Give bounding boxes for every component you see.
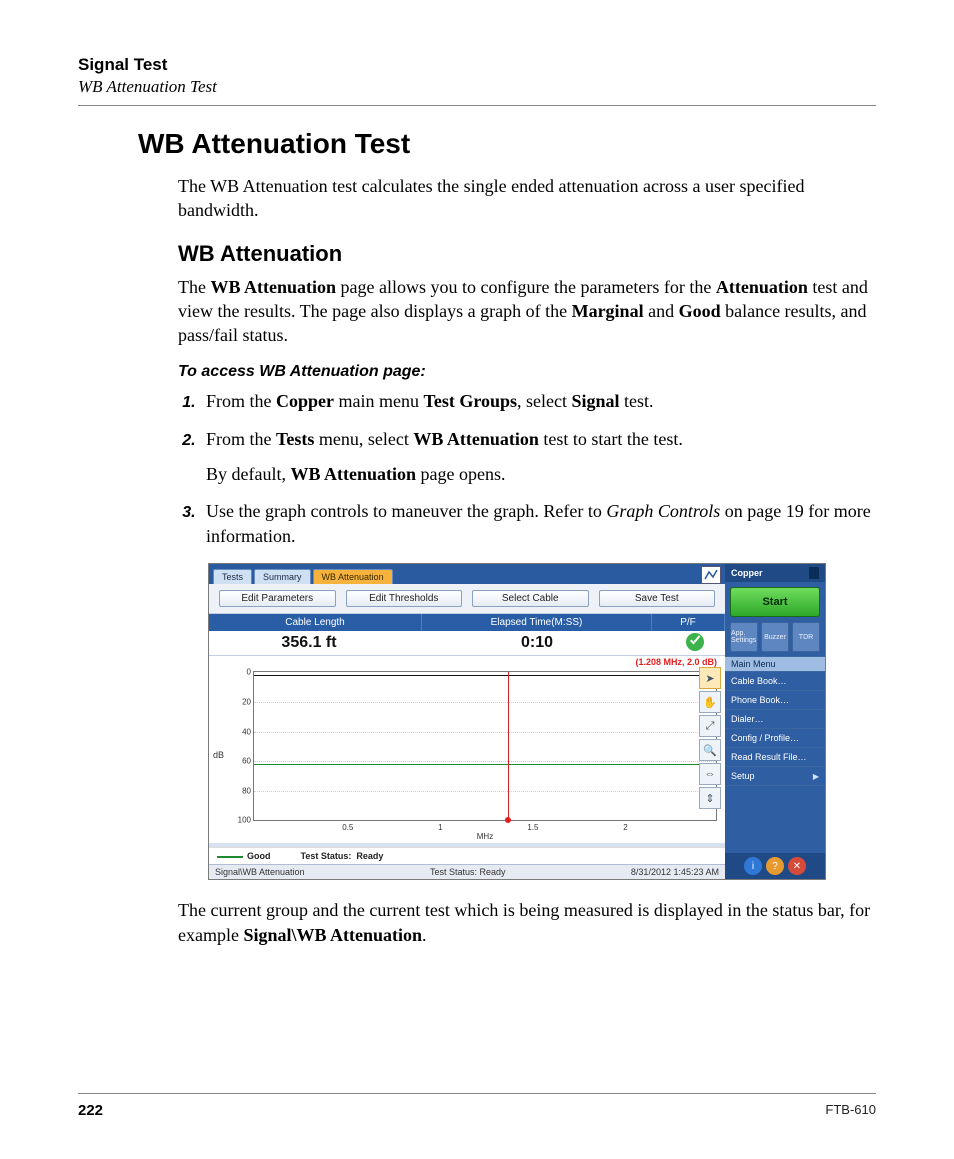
zoom-tool-icon[interactable]: 🔍 [699, 739, 721, 761]
status-path: Signal\WB Attenuation [215, 867, 305, 877]
procedure-heading: To access WB Attenuation page: [178, 363, 876, 381]
value-cable-length: 356.1 ft [209, 631, 409, 655]
help-icon[interactable]: ? [766, 857, 784, 875]
menu-setup[interactable]: Setup▶ [725, 767, 825, 786]
graph-mode-icon[interactable] [701, 566, 721, 584]
side-title: Copper [731, 568, 763, 578]
side-bottom-bar: i ? ✕ [725, 853, 825, 879]
running-subtitle: WB Attenuation Test [78, 77, 876, 97]
menu-phone-book[interactable]: Phone Book… [725, 691, 825, 710]
tdr-button[interactable]: TDR [792, 622, 820, 652]
status-center: Test Status: Ready [430, 867, 506, 877]
section-title: WB Attenuation Test [138, 128, 876, 160]
edit-parameters-button[interactable]: Edit Parameters [219, 590, 336, 607]
side-menu-heading: Main Menu [725, 656, 825, 672]
result-value-row: 356.1 ft 0:10 [209, 631, 725, 656]
ytick: 80 [227, 786, 254, 795]
closing-paragraph: The current group and the current test w… [178, 898, 876, 947]
pointer-tool-icon[interactable]: ➤ [699, 667, 721, 689]
ytick: 40 [227, 727, 254, 736]
status-bar: Signal\WB Attenuation Test Status: Ready… [209, 864, 725, 879]
cursor-annotation: (1.208 MHz, 2.0 dB) [209, 656, 725, 667]
legend-good-label: Good [247, 851, 271, 861]
side-grip-icon [809, 567, 819, 579]
fit-width-icon[interactable]: ⇔ [699, 763, 721, 785]
step-2: From the Tests menu, select WB Attenuati… [200, 427, 876, 487]
ytick: 60 [227, 757, 254, 766]
series-good-threshold [254, 764, 716, 765]
test-status-value: Ready [356, 851, 383, 861]
procedure-steps: From the Copper main menu Test Groups, s… [178, 389, 876, 549]
menu-read-result-file[interactable]: Read Result File… [725, 748, 825, 767]
buzzer-button[interactable]: Buzzer [761, 622, 789, 652]
graph-area: dB 0 20 40 60 80 100 [209, 667, 725, 843]
ytick: 0 [227, 668, 254, 677]
tab-wb-attenuation[interactable]: WB Attenuation [313, 569, 393, 584]
tab-tests[interactable]: Tests [213, 569, 252, 584]
graph-toolbar: ➤ ✋ ⤢ 🔍 ⇔ ⇕ [699, 667, 721, 809]
header-rule [78, 105, 876, 106]
cursor-handle[interactable] [505, 817, 511, 823]
x-axis-label: MHz [253, 832, 717, 841]
plot-area[interactable]: 0 20 40 60 80 100 [253, 671, 717, 821]
select-cable-button[interactable]: Select Cable [472, 590, 589, 607]
intro-paragraph: The WB Attenuation test calculates the s… [178, 174, 876, 223]
ytick: 100 [227, 816, 254, 825]
result-header-row: Cable Length Elapsed Time(M:SS) P/F [209, 614, 725, 631]
step-1: From the Copper main menu Test Groups, s… [200, 389, 876, 414]
zoom-in-icon[interactable]: ⤢ [699, 715, 721, 737]
ytick: 20 [227, 698, 254, 707]
fit-height-icon[interactable]: ⇕ [699, 787, 721, 809]
pan-tool-icon[interactable]: ✋ [699, 691, 721, 713]
document-id: FTB-610 [825, 1102, 876, 1119]
step-3: Use the graph controls to maneuver the g… [200, 499, 876, 549]
side-panel: Copper Start App. Settings Buzzer TDR Ma… [725, 564, 825, 879]
app-settings-button[interactable]: App. Settings [730, 622, 758, 652]
legend-row: Good Test Status: Ready [209, 847, 725, 864]
cursor-line[interactable] [508, 672, 509, 820]
close-icon[interactable]: ✕ [788, 857, 806, 875]
pass-icon [686, 633, 704, 651]
toolbar: Edit Parameters Edit Thresholds Select C… [209, 584, 725, 614]
device-screenshot: Tests Summary WB Attenuation Edit Parame… [208, 563, 826, 880]
start-button[interactable]: Start [730, 587, 820, 617]
subsection-title: WB Attenuation [178, 241, 876, 267]
save-test-button[interactable]: Save Test [599, 590, 716, 607]
running-title: Signal Test [78, 55, 876, 75]
series-attenuation [254, 675, 716, 676]
chevron-right-icon: ▶ [813, 772, 819, 781]
y-axis-label: dB [213, 750, 224, 760]
test-status-label: Test Status: [301, 851, 352, 861]
x-ticks: 0 0.5 1 1.5 2 0 [253, 823, 717, 832]
tab-bar: Tests Summary WB Attenuation [209, 564, 725, 584]
header-pass-fail: P/F [652, 614, 725, 631]
side-title-bar: Copper [725, 564, 825, 582]
tab-summary[interactable]: Summary [254, 569, 311, 584]
status-timestamp: 8/31/2012 1:45:23 AM [631, 867, 719, 877]
legend-swatch-good [217, 856, 243, 858]
edit-thresholds-button[interactable]: Edit Thresholds [346, 590, 463, 607]
footer-rule [78, 1093, 876, 1094]
info-icon[interactable]: i [744, 857, 762, 875]
value-pass-fail [665, 633, 725, 654]
value-elapsed-time: 0:10 [409, 634, 665, 652]
header-cable-length: Cable Length [209, 614, 422, 631]
menu-cable-book[interactable]: Cable Book… [725, 672, 825, 691]
menu-config-profile[interactable]: Config / Profile… [725, 729, 825, 748]
menu-dialer[interactable]: Dialer… [725, 710, 825, 729]
subsection-paragraph: The WB Attenuation page allows you to co… [178, 275, 876, 348]
header-elapsed-time: Elapsed Time(M:SS) [422, 614, 652, 631]
page-number: 222 [78, 1102, 103, 1119]
